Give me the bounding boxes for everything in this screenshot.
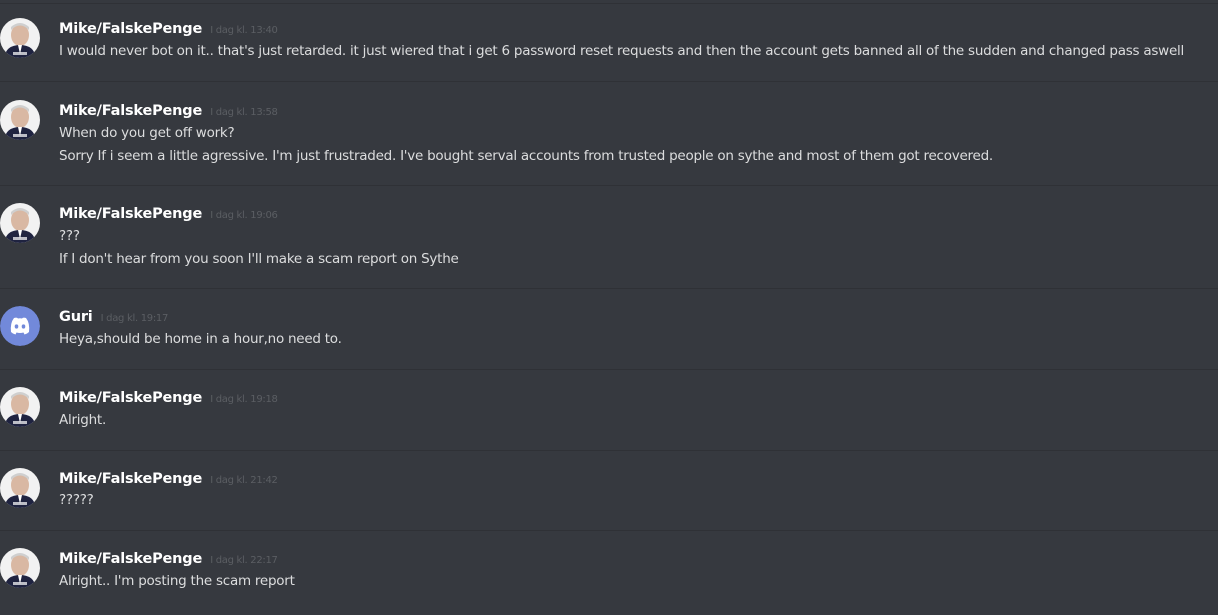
message-text: Alright.. I'm posting the scam report: [59, 573, 295, 589]
chat-message: Mike/FalskePenge I dag kl. 13:58 When do…: [0, 100, 1218, 186]
chat-message: Mike/FalskePenge I dag kl. 22:17 Alright…: [0, 548, 1218, 615]
mike-photo-avatar: [0, 468, 40, 508]
message-text: ???: [59, 228, 80, 244]
chat-message: Mike/FalskePenge I dag kl. 19:18 Alright…: [0, 387, 1218, 451]
user-avatar[interactable]: [0, 203, 40, 243]
user-avatar[interactable]: [0, 100, 40, 140]
message-author[interactable]: Mike/FalskePenge: [59, 21, 202, 37]
message-header: Mike/FalskePenge I dag kl. 19:18: [59, 387, 278, 406]
chat-message: Mike/FalskePenge I dag kl. 21:42 ?????: [0, 468, 1218, 531]
message-timestamp: I dag kl. 22:17: [210, 555, 278, 566]
message-header: Mike/FalskePenge I dag kl. 21:42: [59, 468, 278, 487]
message-author[interactable]: Mike/FalskePenge: [59, 471, 202, 487]
message-timestamp: I dag kl. 19:18: [210, 394, 278, 405]
message-text: ?????: [59, 492, 94, 508]
message-timestamp: I dag kl. 19:06: [210, 210, 278, 221]
user-avatar[interactable]: [0, 548, 40, 588]
message-text: When do you get off work?: [59, 125, 235, 141]
chat-message-list[interactable]: Mike/FalskePenge I dag kl. 13:40 I would…: [0, 0, 1218, 615]
chat-message: Mike/FalskePenge I dag kl. 13:40 I would…: [0, 18, 1218, 82]
message-timestamp: I dag kl. 13:40: [210, 25, 278, 36]
message-author[interactable]: Mike/FalskePenge: [59, 103, 202, 119]
message-header: Mike/FalskePenge I dag kl. 19:06: [59, 203, 278, 222]
chat-message: Mike/FalskePenge I dag kl. 19:06 ??? If …: [0, 203, 1218, 289]
discord-default-avatar: [0, 306, 40, 346]
mike-photo-avatar: [0, 548, 40, 588]
message-author[interactable]: Mike/FalskePenge: [59, 551, 202, 567]
message-text: Heya,should be home in a hour,no need to…: [59, 331, 342, 347]
divider: [0, 3, 1218, 4]
message-timestamp: I dag kl. 21:42: [210, 475, 278, 486]
message-author[interactable]: Mike/FalskePenge: [59, 390, 202, 406]
message-text: I would never bot on it.. that's just re…: [59, 43, 1185, 59]
message-header: Mike/FalskePenge I dag kl. 13:58: [59, 100, 278, 119]
user-avatar[interactable]: [0, 18, 40, 58]
message-header: Mike/FalskePenge I dag kl. 22:17: [59, 548, 278, 567]
message-timestamp: I dag kl. 19:17: [100, 313, 169, 324]
user-avatar[interactable]: [0, 306, 40, 346]
message-text: Sorry If i seem a little agressive. I'm …: [59, 148, 993, 164]
message-header: Mike/FalskePenge I dag kl. 13:40: [59, 18, 278, 37]
user-avatar[interactable]: [0, 387, 40, 427]
message-text: Alright.: [59, 412, 106, 428]
mike-photo-avatar: [0, 203, 40, 243]
mike-photo-avatar: [0, 18, 40, 58]
mike-photo-avatar: [0, 387, 40, 427]
message-text: If I don't hear from you soon I'll make …: [59, 251, 459, 267]
mike-photo-avatar: [0, 100, 40, 140]
message-author[interactable]: Mike/FalskePenge: [59, 206, 202, 222]
user-avatar[interactable]: [0, 468, 40, 508]
message-author[interactable]: Guri: [59, 309, 93, 325]
chat-message: Guri I dag kl. 19:17 Heya,should be home…: [0, 306, 1218, 370]
message-header: Guri I dag kl. 19:17: [59, 306, 168, 325]
message-timestamp: I dag kl. 13:58: [210, 107, 278, 118]
